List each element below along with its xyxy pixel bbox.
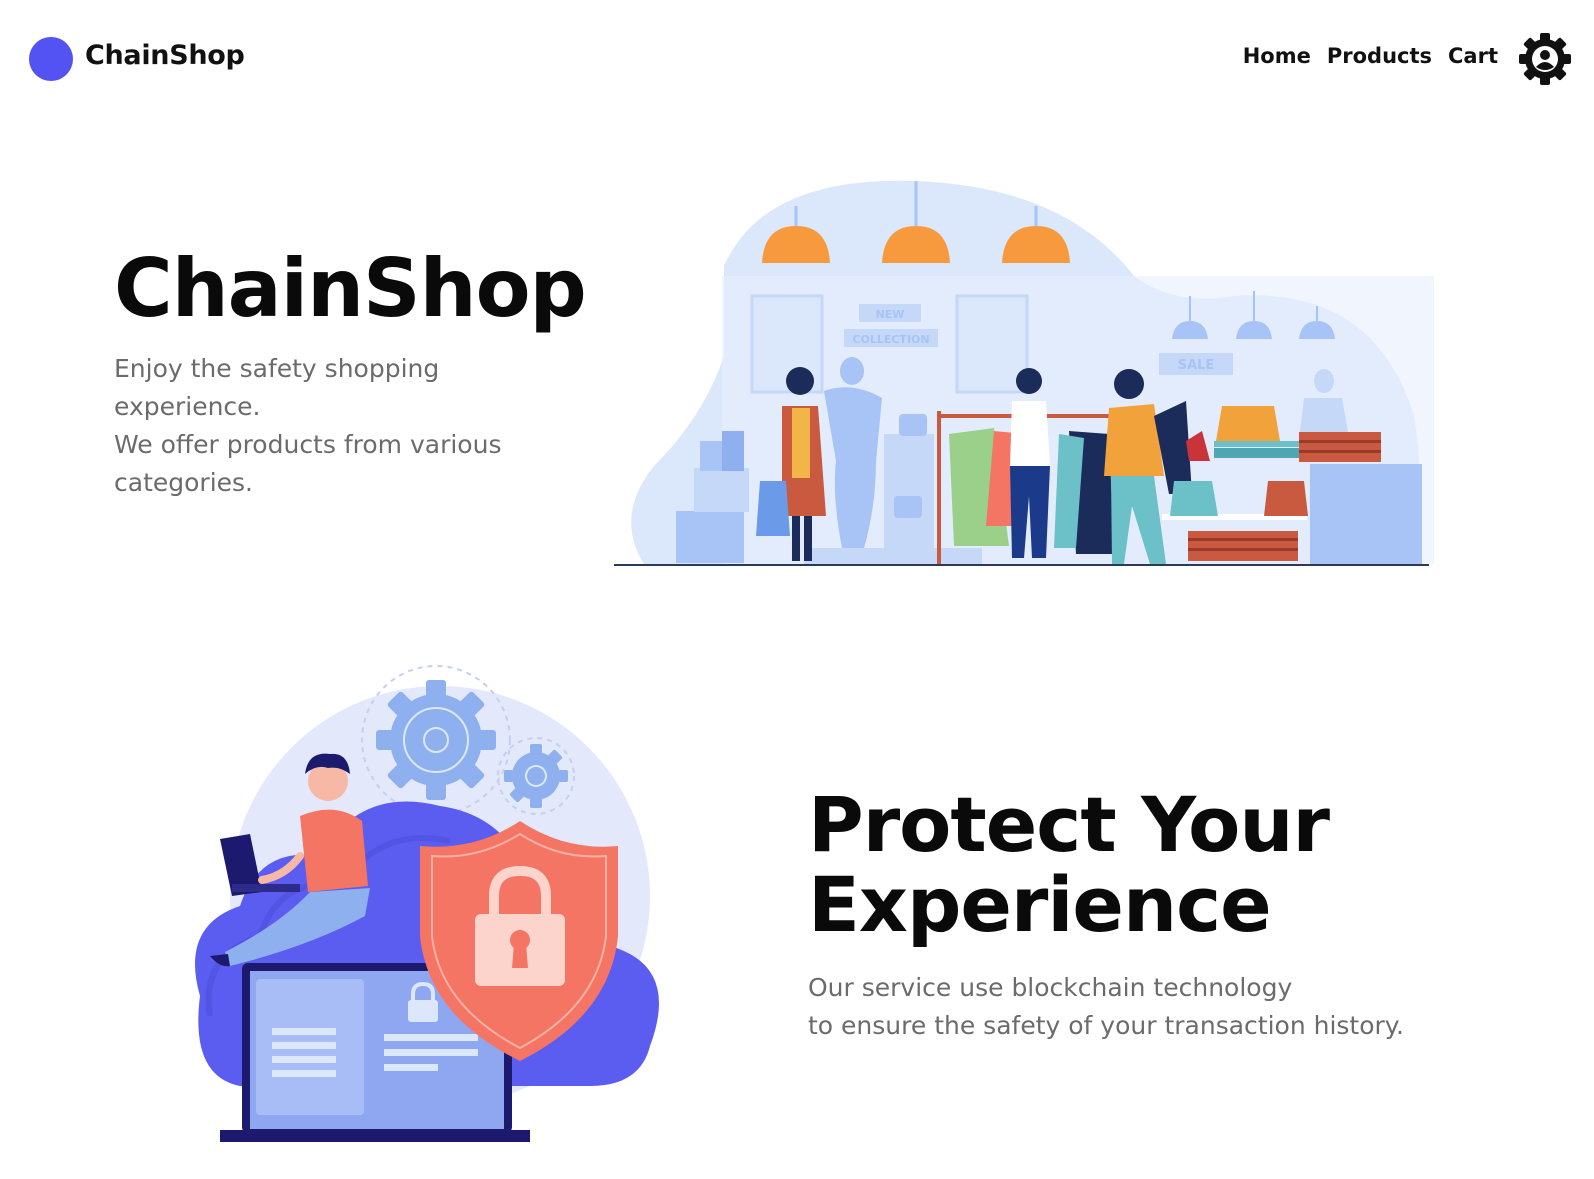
gear-icon[interactable] <box>1517 31 1573 87</box>
hero-subtitle-line-1: Enjoy the safety shopping experience. <box>114 354 440 421</box>
sign-new: NEW <box>876 308 905 321</box>
security-subtitle-line-2: to ensure the safety of your transaction… <box>808 1011 1404 1040</box>
hero-title: ChainShop <box>114 242 587 335</box>
security-subtitle: Our service use blockchain technology to… <box>808 969 1528 1045</box>
nav-products-link[interactable]: Products <box>1327 44 1432 68</box>
blockchain-security-illustration <box>195 665 659 1142</box>
hero-subtitle: Enjoy the safety shopping experience. We… <box>114 350 544 502</box>
nav-home-link[interactable]: Home <box>1243 44 1311 68</box>
nav-links: Home Products Cart <box>1243 44 1498 68</box>
security-subtitle-line-1: Our service use blockchain technology <box>808 973 1293 1002</box>
nav-cart-link[interactable]: Cart <box>1448 44 1498 68</box>
sign-collection: COLLECTION <box>852 333 929 346</box>
logo-icon[interactable] <box>29 37 73 81</box>
security-title-line-2: Experience <box>808 860 1272 949</box>
hero-subtitle-line-2: We offer products from various categorie… <box>114 430 502 497</box>
brand-name[interactable]: ChainShop <box>85 40 245 71</box>
security-title-line-1: Protect Your <box>808 780 1330 869</box>
security-title: Protect Your Experience <box>808 785 1508 945</box>
top-navbar: ChainShop Home Products Cart <box>0 0 1594 120</box>
gear-icon <box>376 680 496 800</box>
shopping-store-illustration: NEW COLLECTION SALE <box>614 180 1434 566</box>
sign-sale: SALE <box>1178 358 1215 373</box>
